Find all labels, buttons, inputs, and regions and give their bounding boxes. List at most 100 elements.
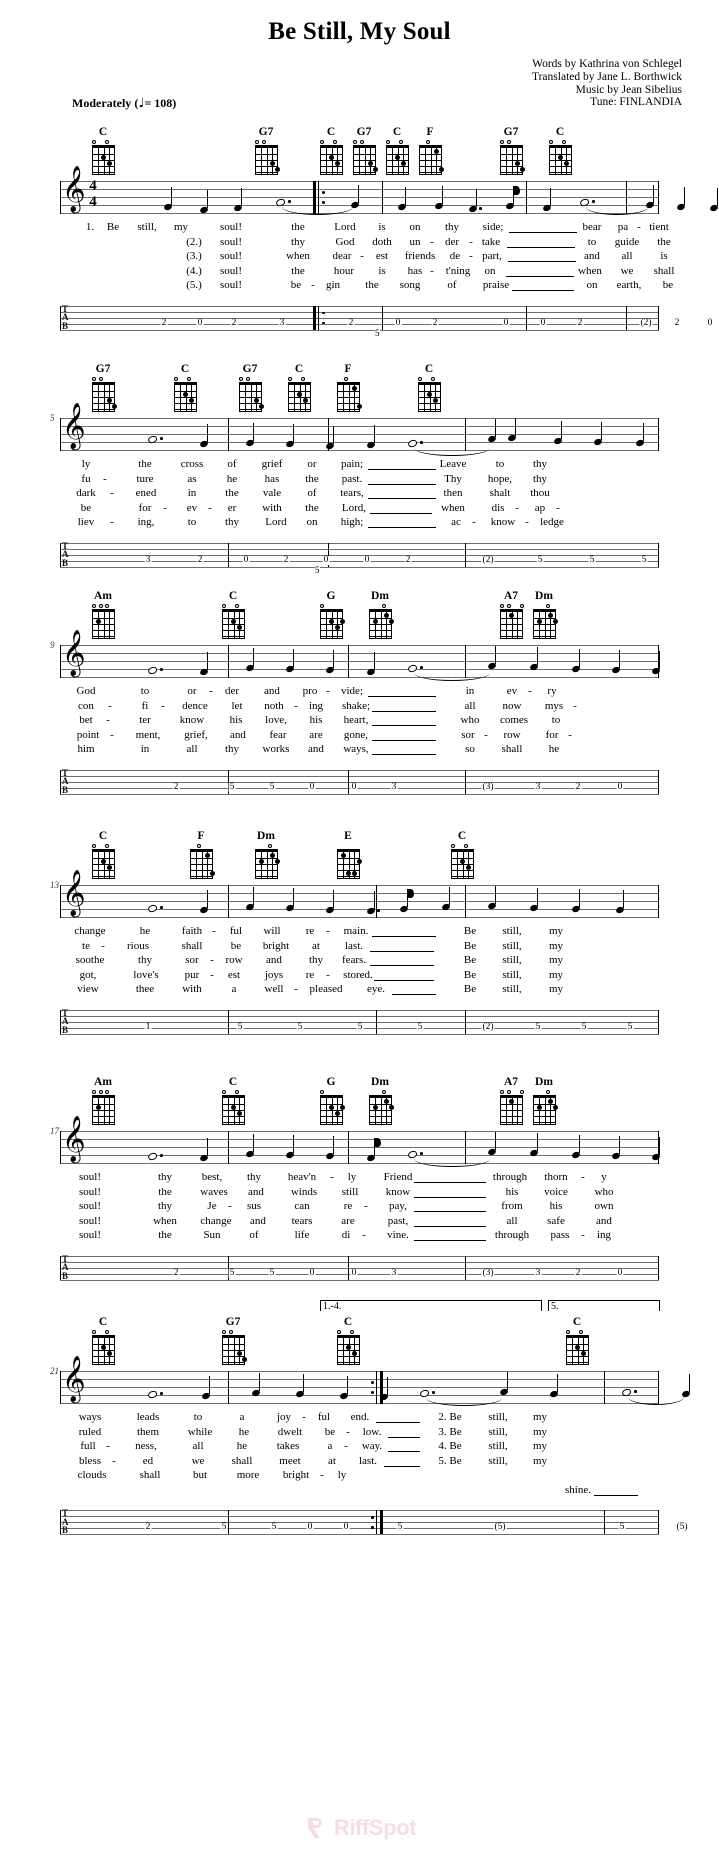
fret-line[interactable] [92, 1362, 114, 1363]
fret-string-line[interactable] [103, 1098, 105, 1124]
lyric-extender-line[interactable] [368, 527, 436, 528]
lyric-word[interactable]: di [342, 1229, 351, 1242]
fret-line[interactable] [255, 870, 277, 871]
finger-dot[interactable] [340, 618, 345, 624]
lyric-word[interactable]: on [587, 279, 598, 292]
fretboard-grid[interactable] [91, 1095, 115, 1125]
lyric-word[interactable]: est [376, 250, 388, 263]
lyric-word[interactable]: in [188, 487, 197, 500]
chord-diagram[interactable]: C [412, 363, 446, 412]
lyric-word[interactable]: - [106, 714, 110, 727]
fret-line[interactable] [451, 876, 473, 877]
lyric-word[interactable]: Friend [384, 1171, 413, 1184]
lyric-word[interactable]: Lord, [342, 502, 366, 515]
fret-line[interactable] [190, 870, 212, 871]
lyric-extender-line[interactable] [372, 710, 436, 712]
tab-position-marker[interactable]: 5 [375, 327, 380, 338]
tab-start-barline[interactable] [60, 1009, 62, 1034]
fret-line[interactable] [92, 876, 114, 877]
fret-string-line[interactable] [233, 1098, 235, 1124]
tab-position-marker[interactable]: 5 [315, 564, 320, 575]
finger-dot[interactable] [236, 1350, 242, 1356]
lyric-word[interactable]: we [192, 1455, 205, 1468]
tab-fret-number[interactable]: 5 [640, 555, 648, 565]
lyric-verse-3[interactable]: (3.) soul! when dear - est friends de - part, and a… [0, 250, 719, 265]
tab-repeat-barline-thin[interactable] [376, 1510, 377, 1534]
lyric-word[interactable]: when [153, 1215, 177, 1228]
lyric-word[interactable]: my [533, 1455, 547, 1468]
tab-start-barline[interactable] [60, 305, 62, 330]
lyric-word[interactable]: liev [78, 516, 95, 529]
fret-line[interactable] [369, 1110, 391, 1111]
lyric-word[interactable]: - [294, 983, 298, 996]
chord-name[interactable]: G7 [216, 1316, 250, 1329]
lyric-word[interactable]: guide [615, 236, 639, 249]
tab-clef-label[interactable]: TAB [62, 768, 69, 795]
lyric-word[interactable]: thy [225, 743, 239, 756]
fretboard-grid[interactable] [91, 382, 117, 412]
fretboard-grid[interactable] [417, 382, 441, 412]
lyric-word[interactable]: and [230, 729, 246, 742]
lyric-verse-3[interactable]: dark - ened in the vale of tears, then shalt thou [0, 487, 719, 502]
lyric-word[interactable]: takes [277, 1440, 300, 1453]
lyric-word[interactable]: ed [143, 1455, 153, 1468]
chord-diagram[interactable]: A7 [494, 590, 528, 639]
lyric-word[interactable]: my [549, 925, 563, 938]
lyric-word[interactable]: sor [461, 729, 474, 742]
finger-dot[interactable] [253, 397, 259, 403]
lyric-word[interactable]: thy [309, 954, 323, 967]
finger-dot[interactable] [275, 166, 280, 172]
fretboard-grid[interactable] [91, 849, 115, 879]
chord-diagram[interactable]: Am [86, 590, 120, 639]
lyric-extender-line[interactable] [388, 1436, 420, 1438]
fretboard-grid[interactable] [221, 1095, 245, 1125]
lyric-word[interactable]: thy [533, 458, 547, 471]
lyric-word[interactable]: (5.) [186, 279, 202, 292]
lyric-word[interactable]: der [445, 236, 459, 249]
lyric-word[interactable]: - [326, 925, 330, 938]
fret-line[interactable] [369, 636, 391, 637]
tab-fret-number[interactable]: 3 [390, 782, 398, 792]
lyric-word[interactable]: - [515, 502, 519, 515]
fret-string-line[interactable] [196, 852, 197, 878]
note-stem[interactable] [537, 647, 539, 665]
finger-dot[interactable] [275, 858, 280, 864]
lyric-word[interactable]: is [378, 221, 385, 234]
lyric-word[interactable]: last. [359, 1455, 377, 1468]
fret-string-line[interactable] [425, 148, 426, 174]
fretboard-grid[interactable] [532, 1095, 558, 1125]
chord-diagram[interactable]: G7 [494, 126, 528, 175]
fret-line[interactable] [337, 1356, 359, 1357]
tab-barline[interactable] [382, 305, 383, 330]
lyric-word[interactable]: past, [388, 1215, 408, 1228]
lyric-word[interactable]: them [137, 1426, 159, 1439]
fret-line[interactable] [222, 630, 244, 631]
fret-string-line[interactable] [572, 1338, 573, 1364]
lyric-word[interactable]: faith [182, 925, 202, 938]
tab-fret-number[interactable]: 3 [390, 1268, 398, 1278]
note-stem[interactable] [333, 1136, 335, 1154]
lyric-word[interactable]: high; [341, 516, 364, 529]
system-5[interactable]: Am C G Dm A7 Dm 17 𝄞 soul! thy best, thy heav'n - ly Fr… [0, 1068, 719, 1298]
fret-string-line[interactable] [375, 1098, 376, 1124]
lyric-word[interactable]: be [231, 940, 241, 953]
fret-string-line[interactable] [392, 148, 393, 174]
lyric-word[interactable]: from [501, 1200, 522, 1213]
fret-string-line[interactable] [201, 852, 203, 878]
lyric-word[interactable]: pain; [341, 458, 363, 471]
tab-fret-number[interactable]: 3 [534, 1268, 542, 1278]
fret-string-line[interactable] [397, 148, 399, 174]
lyric-word[interactable]: Thy [444, 473, 462, 486]
tab-repeat-dot-icon[interactable] [322, 311, 325, 315]
chord-diagram[interactable]: C [380, 126, 414, 175]
finger-dot[interactable] [351, 1350, 357, 1356]
note-head[interactable] [147, 903, 158, 913]
lyric-word[interactable]: thou [530, 487, 550, 500]
lyric-word[interactable]: the [158, 1186, 171, 1199]
tab-line[interactable] [60, 548, 659, 550]
music-staff[interactable]: 𝄞 [60, 1119, 661, 1167]
fret-string-line[interactable] [506, 148, 507, 174]
lyric-word[interactable]: thorn [544, 1171, 567, 1184]
finger-dot[interactable] [575, 1344, 580, 1350]
note-stem[interactable] [507, 1372, 509, 1390]
